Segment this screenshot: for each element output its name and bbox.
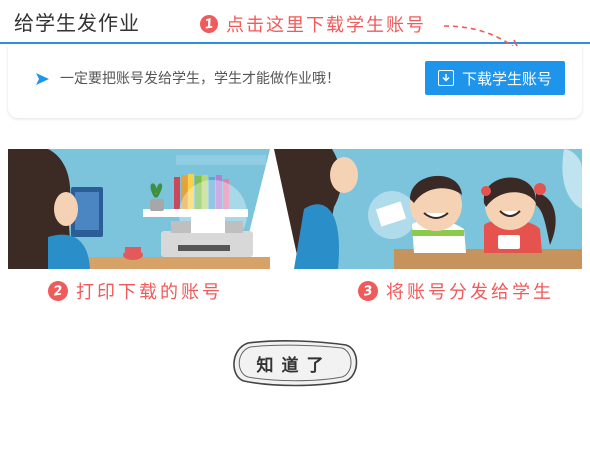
step-3-text: 将账号分发给学生 — [386, 282, 554, 303]
download-accounts-button[interactable]: 下载学生账号 — [425, 61, 565, 95]
step-1-text: 点击这里下载学生账号 — [226, 15, 426, 36]
play-arrow-icon — [36, 73, 49, 85]
notice-text: 一定要把账号发给学生，学生才能做作业哦！ — [60, 71, 340, 87]
step-3-caption: 3 将账号分发给学生 — [356, 278, 554, 304]
step-2-caption: 2 打印下载的账号 — [46, 278, 223, 304]
step-1-hint: 1 点击这里下载学生账号 — [198, 11, 426, 37]
step-2-text: 打印下载的账号 — [76, 282, 223, 303]
step-3-badge: 3 — [356, 279, 380, 303]
download-icon — [437, 70, 454, 86]
download-button-label: 下载学生账号 — [461, 69, 552, 88]
distribute-illustration — [274, 149, 582, 269]
download-panel: 一定要把账号发给学生，学生才能做作业哦！ 下载学生账号 — [8, 46, 582, 118]
got-it-button[interactable]: 知道了 — [228, 339, 360, 389]
print-illustration — [8, 149, 270, 269]
page-title: 给学生发作业 — [14, 11, 140, 35]
got-it-label: 知道了 — [256, 355, 332, 376]
step-1-badge: 1 — [198, 13, 220, 35]
step-2-badge: 2 — [46, 279, 70, 303]
